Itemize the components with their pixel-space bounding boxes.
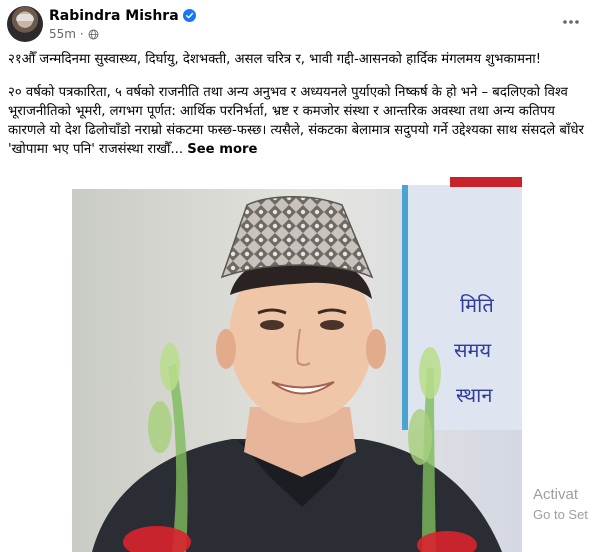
author-line: Rabindra Mishra	[49, 8, 196, 24]
photo-sign-line-3: स्थान	[456, 383, 493, 407]
post-header: Rabindra Mishra 55m ·	[0, 0, 595, 46]
avatar[interactable]	[7, 6, 43, 42]
activate-windows-subtitle: Go to Set	[533, 507, 588, 522]
post-paragraph-2-text: २० वर्षको पत्रकारिता, ५ वर्षको राजनीति त…	[8, 85, 584, 157]
activate-windows-title: Activat	[533, 486, 579, 503]
post-paragraph-2: २० वर्षको पत्रकारिता, ५ वर्षको राजनीति त…	[8, 83, 590, 159]
verified-badge-icon	[182, 9, 196, 22]
globe-icon[interactable]	[88, 29, 99, 40]
photo-sign-board: मिति समय स्थान	[402, 177, 522, 430]
post-text: २१औँ जन्मदिनमा सुस्वास्थ्य, दिर्घायु, दे…	[8, 50, 590, 159]
post-meta: 55m ·	[49, 27, 99, 41]
post-photo-illustration: मिति समय स्थान	[72, 177, 522, 552]
see-more-link[interactable]: See more	[187, 142, 257, 157]
activate-windows-overlay: Activat Go to Set	[533, 486, 588, 522]
post-photo[interactable]: मिति समय स्थान	[72, 177, 522, 552]
photo-sign-line-2: समय	[454, 338, 491, 362]
photo-sign-line-1: मिति	[460, 293, 494, 317]
post-timestamp[interactable]: 55m	[49, 27, 76, 41]
post-paragraph-1: २१औँ जन्मदिनमा सुस्वास्थ्य, दिर्घायु, दे…	[8, 52, 541, 67]
author-name[interactable]: Rabindra Mishra	[49, 8, 179, 24]
more-options-icon[interactable]	[561, 12, 581, 32]
